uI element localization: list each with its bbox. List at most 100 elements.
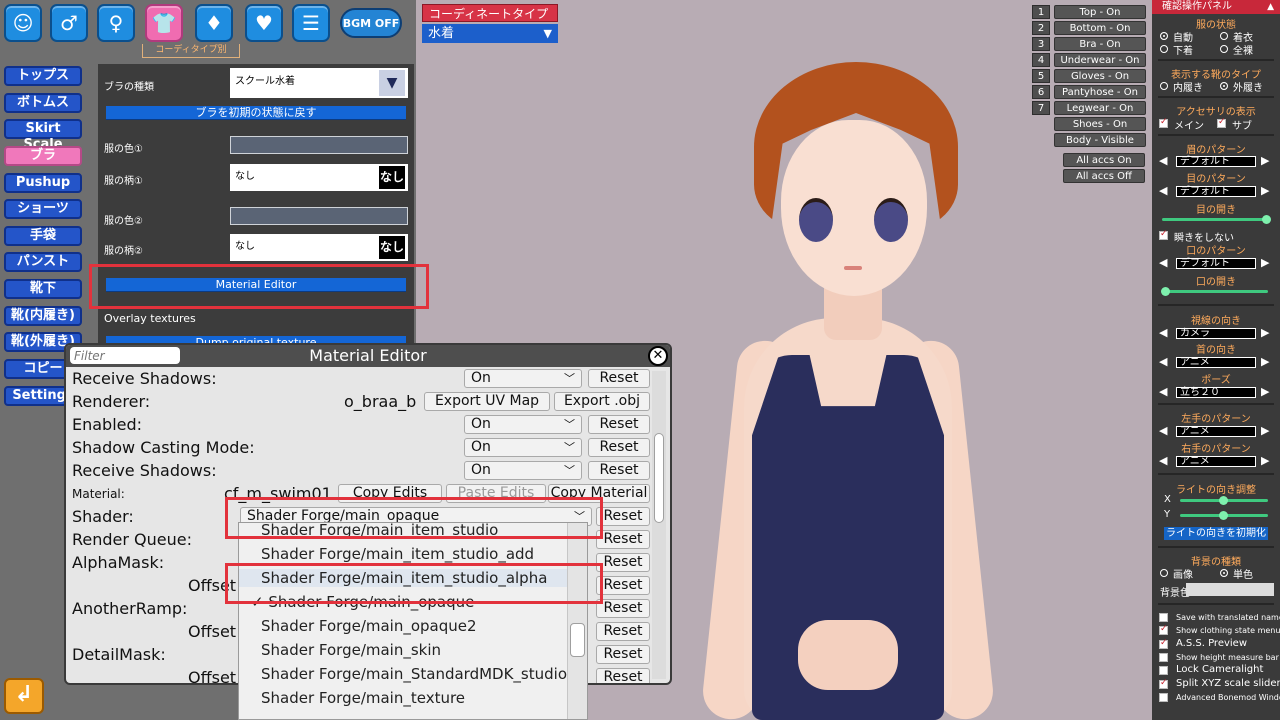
mouth-open-slider[interactable] [1162,290,1268,293]
shadow-casting-dropdown[interactable]: On ﹀ [464,438,582,457]
checkbox-main-accessory[interactable] [1159,117,1168,128]
category-gloves[interactable]: 手袋 [4,226,82,246]
shader-option[interactable]: Shader Forge/main_StandardMDK_studio [261,665,567,683]
toggle-shoes-button[interactable]: Shoes - On [1054,117,1146,131]
category-socks[interactable]: 靴下 [4,279,82,299]
mouth-open-slider-knob[interactable] [1161,287,1170,296]
arrow-right-icon[interactable]: ▶ [1261,326,1269,339]
toggle-legwear-button[interactable]: Legwear - On [1054,101,1146,115]
light-y-slider-knob[interactable] [1219,511,1228,520]
bg-color-swatch[interactable] [1186,583,1274,596]
checkbox-save-translated[interactable] [1159,613,1168,622]
receive-shadows-dropdown[interactable]: On ﹀ [464,461,582,480]
material-editor-scrollbar[interactable] [652,371,666,679]
eye-open-slider-knob[interactable] [1262,215,1271,224]
toggle-bra-button[interactable]: Bra - On [1054,37,1146,51]
shader-list-scrollbar[interactable] [567,523,587,719]
category-tops[interactable]: トップス [4,66,82,86]
toggle-gloves-button[interactable]: Gloves - On [1054,69,1146,83]
all-accs-on-button[interactable]: All accs On [1063,153,1145,167]
checkbox-ass-preview[interactable] [1159,638,1168,649]
radio-bg-solid[interactable] [1220,569,1228,577]
shader-option[interactable]: Shader Forge/main_opaque2 [261,617,477,635]
category-pushup[interactable]: Pushup [4,173,82,193]
bgm-toggle-button[interactable]: BGM OFF [340,8,402,38]
receive-shadows-top-dropdown[interactable]: On ﹀ [464,369,582,388]
radio-auto[interactable] [1160,32,1168,40]
reset-button[interactable]: Reset [596,668,650,683]
arrow-left-icon[interactable]: ◀ [1159,256,1167,269]
checkbox-height-bar[interactable] [1159,653,1168,662]
category-bra[interactable]: ブラ [4,146,82,166]
face-tab-button[interactable]: ☺ [4,4,42,42]
category-skirt-scale[interactable]: Skirt Scale [4,119,82,152]
arrow-left-icon[interactable]: ◀ [1159,184,1167,197]
radio-dressed[interactable] [1220,32,1228,40]
clothes-tab-button[interactable]: 👕 [145,4,183,42]
arrow-right-icon[interactable]: ▶ [1261,454,1269,467]
pattern1-field[interactable]: なし なし [230,164,408,191]
shader-option[interactable]: Shader Forge/main_skin [261,641,441,659]
material-editor-titlebar[interactable]: Material Editor ✕ [66,345,670,367]
arrow-left-icon[interactable]: ◀ [1159,454,1167,467]
category-shorts[interactable]: ショーツ [4,199,82,219]
radio-underwear[interactable] [1160,45,1168,53]
toggle-pantyhose-button[interactable]: Pantyhose - On [1054,85,1146,99]
accessory-tab-button[interactable]: ♦ [195,4,233,42]
body-tab-button[interactable]: ♂ [50,4,88,42]
checkbox-no-blink[interactable] [1159,229,1168,240]
close-icon[interactable]: ✕ [648,346,668,366]
color1-swatch[interactable] [230,136,408,154]
coordinate-type-select[interactable]: 水着 ▼ [422,24,558,43]
shader-option[interactable]: Shader Forge/main_item_studio_add [261,545,534,563]
light-x-slider-knob[interactable] [1219,496,1228,505]
reset-button[interactable]: Reset [596,530,650,549]
arrow-left-icon[interactable]: ◀ [1159,385,1167,398]
document-tab-button[interactable]: ☰ [292,4,330,42]
arrow-right-icon[interactable]: ▶ [1261,355,1269,368]
toggle-top-button[interactable]: Top - On [1054,5,1146,19]
reset-button[interactable]: Reset [588,415,650,434]
arrow-left-icon[interactable]: ◀ [1159,424,1167,437]
checkbox-sub-accessory[interactable] [1217,117,1226,128]
radio-indoor-shoes[interactable] [1160,82,1168,90]
checkbox-split-xyz[interactable] [1159,678,1168,689]
reset-button[interactable]: Reset [588,369,650,388]
arrow-right-icon[interactable]: ▶ [1261,385,1269,398]
arrow-right-icon[interactable]: ▶ [1261,256,1269,269]
checkbox-lock-cameralight[interactable] [1159,666,1168,675]
reset-button[interactable]: Reset [588,461,650,480]
radio-bg-image[interactable] [1160,569,1168,577]
toggle-underwear-button[interactable]: Underwear - On [1054,53,1146,67]
export-uv-map-button[interactable]: Export UV Map [424,392,550,411]
arrow-left-icon[interactable]: ◀ [1159,355,1167,368]
panel-header[interactable]: 確認操作パネル ▲ [1152,0,1280,14]
reset-button[interactable]: Reset [596,645,650,664]
arrow-right-icon[interactable]: ▶ [1261,184,1269,197]
bra-type-field[interactable]: スクール水着 ▼ [230,68,408,98]
reset-button[interactable]: Reset [596,622,650,641]
shader-options-list[interactable]: Shader Forge/main_item_studio Shader For… [238,522,588,720]
reset-button[interactable]: Reset [596,507,650,526]
arrow-right-icon[interactable]: ▶ [1261,424,1269,437]
category-pantyhose[interactable]: パンスト [4,252,82,272]
scrollbar-thumb[interactable] [570,623,585,657]
radio-outdoor-shoes[interactable] [1220,82,1228,90]
pattern2-field[interactable]: なし なし [230,234,408,261]
toggle-bottom-button[interactable]: Bottom - On [1054,21,1146,35]
color2-swatch[interactable] [230,207,408,225]
bra-reset-button[interactable]: ブラを初期の状態に戻す [106,106,406,120]
reset-button[interactable]: Reset [596,599,650,618]
hair-tab-button[interactable]: ♀ [97,4,135,42]
shader-option[interactable]: Shader Forge/main_texture [261,689,465,707]
all-accs-off-button[interactable]: All accs Off [1063,169,1145,183]
export-obj-button[interactable]: Export .obj [554,392,650,411]
scrollbar-thumb[interactable] [654,433,664,523]
checkbox-clothing-state-menu[interactable] [1159,624,1168,635]
light-reset-button[interactable]: ライトの向きを初期化 [1164,527,1268,540]
toggle-body-button[interactable]: Body - Visible [1054,133,1146,147]
arrow-right-icon[interactable]: ▶ [1261,154,1269,167]
reset-button[interactable]: Reset [596,576,650,595]
arrow-left-icon[interactable]: ◀ [1159,326,1167,339]
reset-button[interactable]: Reset [588,438,650,457]
